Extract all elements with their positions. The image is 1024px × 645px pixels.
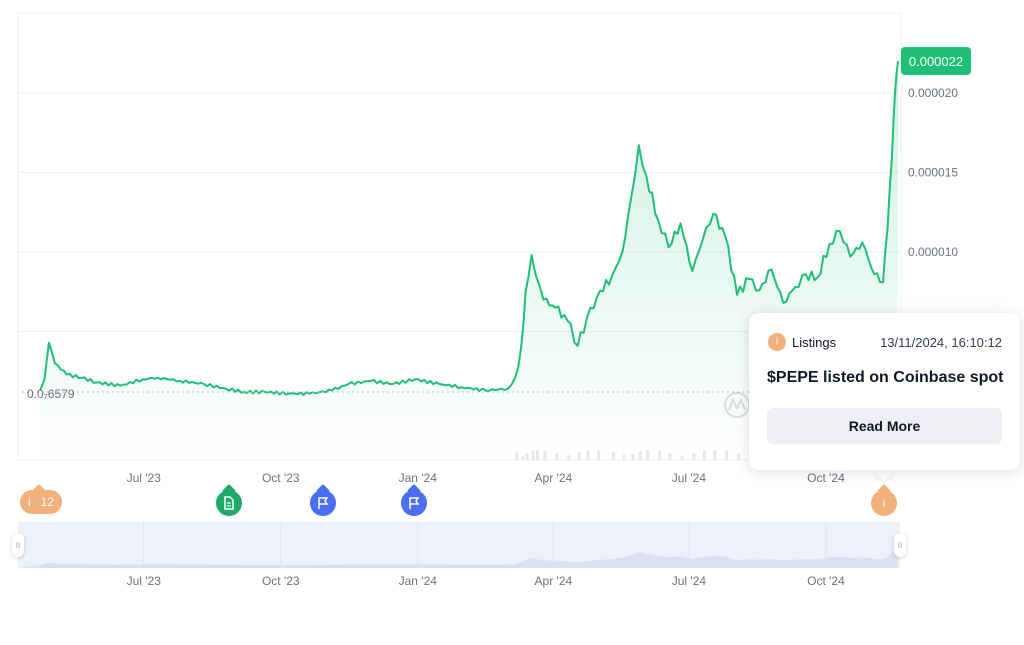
x-tick-label: Oct '23	[262, 471, 300, 485]
event-marker-flag-2[interactable]	[401, 490, 427, 516]
x-axis: Jul '23 Oct '23 Jan '24 Apr '24 Jul '24 Oct '…	[127, 471, 846, 485]
y-tick-label: 0.000010	[908, 245, 958, 259]
event-marker-listing-group[interactable]: i 12	[20, 490, 63, 514]
current-price-badge: 0.000022	[901, 47, 971, 75]
y-tick-label: 0.000020	[908, 86, 958, 100]
x-tick-label: Oct '24	[807, 471, 845, 485]
navigator-x-tick-label: Jan '24	[399, 574, 438, 588]
tooltip-category: i Listings	[768, 333, 836, 351]
navigator-x-tick-label: Jul '24	[672, 574, 707, 588]
navigator-x-tick-label: Oct '24	[807, 574, 845, 588]
x-tick-label: Jul '23	[127, 471, 162, 485]
baseline-label: 0.0₇6579	[27, 387, 75, 401]
y-tick-label: 0.000015	[908, 165, 958, 179]
event-marker-listing[interactable]: i	[871, 490, 897, 516]
y-axis: 0.000010 0.000015 0.000020	[908, 86, 958, 259]
flag-icon	[409, 497, 420, 509]
tooltip-datetime: 13/11/2024, 16:10:12	[880, 335, 1002, 350]
event-tooltip: i Listings 13/11/2024, 16:10:12 $PEPE li…	[749, 313, 1020, 470]
handle-grip: II	[15, 540, 21, 550]
tooltip-title: $PEPE listed on Coinbase spot	[767, 369, 1004, 386]
info-icon: i	[768, 333, 786, 351]
event-marker-flag-1[interactable]	[310, 490, 336, 516]
flag-icon	[318, 497, 329, 509]
navigator-handle-left[interactable]: II	[12, 533, 24, 557]
read-more-button[interactable]: Read More	[767, 408, 1002, 444]
x-tick-label: Apr '24	[535, 471, 573, 485]
navigator-handle-right[interactable]: II	[894, 533, 906, 557]
navigator-x-tick-label: Apr '24	[535, 574, 573, 588]
tooltip-category-label: Listings	[792, 334, 837, 350]
navigator-x-tick-label: Jul '23	[127, 574, 162, 588]
info-icon: i	[882, 496, 886, 510]
navigator-x-axis: Jul '23 Oct '23 Jan '24 Apr '24 Jul '24 Oct '…	[127, 574, 846, 588]
x-tick-label: Jul '24	[672, 471, 707, 485]
event-count: 12	[40, 495, 55, 509]
handle-grip: II	[897, 540, 903, 550]
navigator-x-tick-label: Oct '23	[262, 574, 300, 588]
event-marker-document[interactable]	[216, 490, 242, 516]
info-icon: i	[28, 495, 31, 509]
x-tick-label: Jan '24	[399, 471, 438, 485]
document-icon	[224, 496, 234, 510]
